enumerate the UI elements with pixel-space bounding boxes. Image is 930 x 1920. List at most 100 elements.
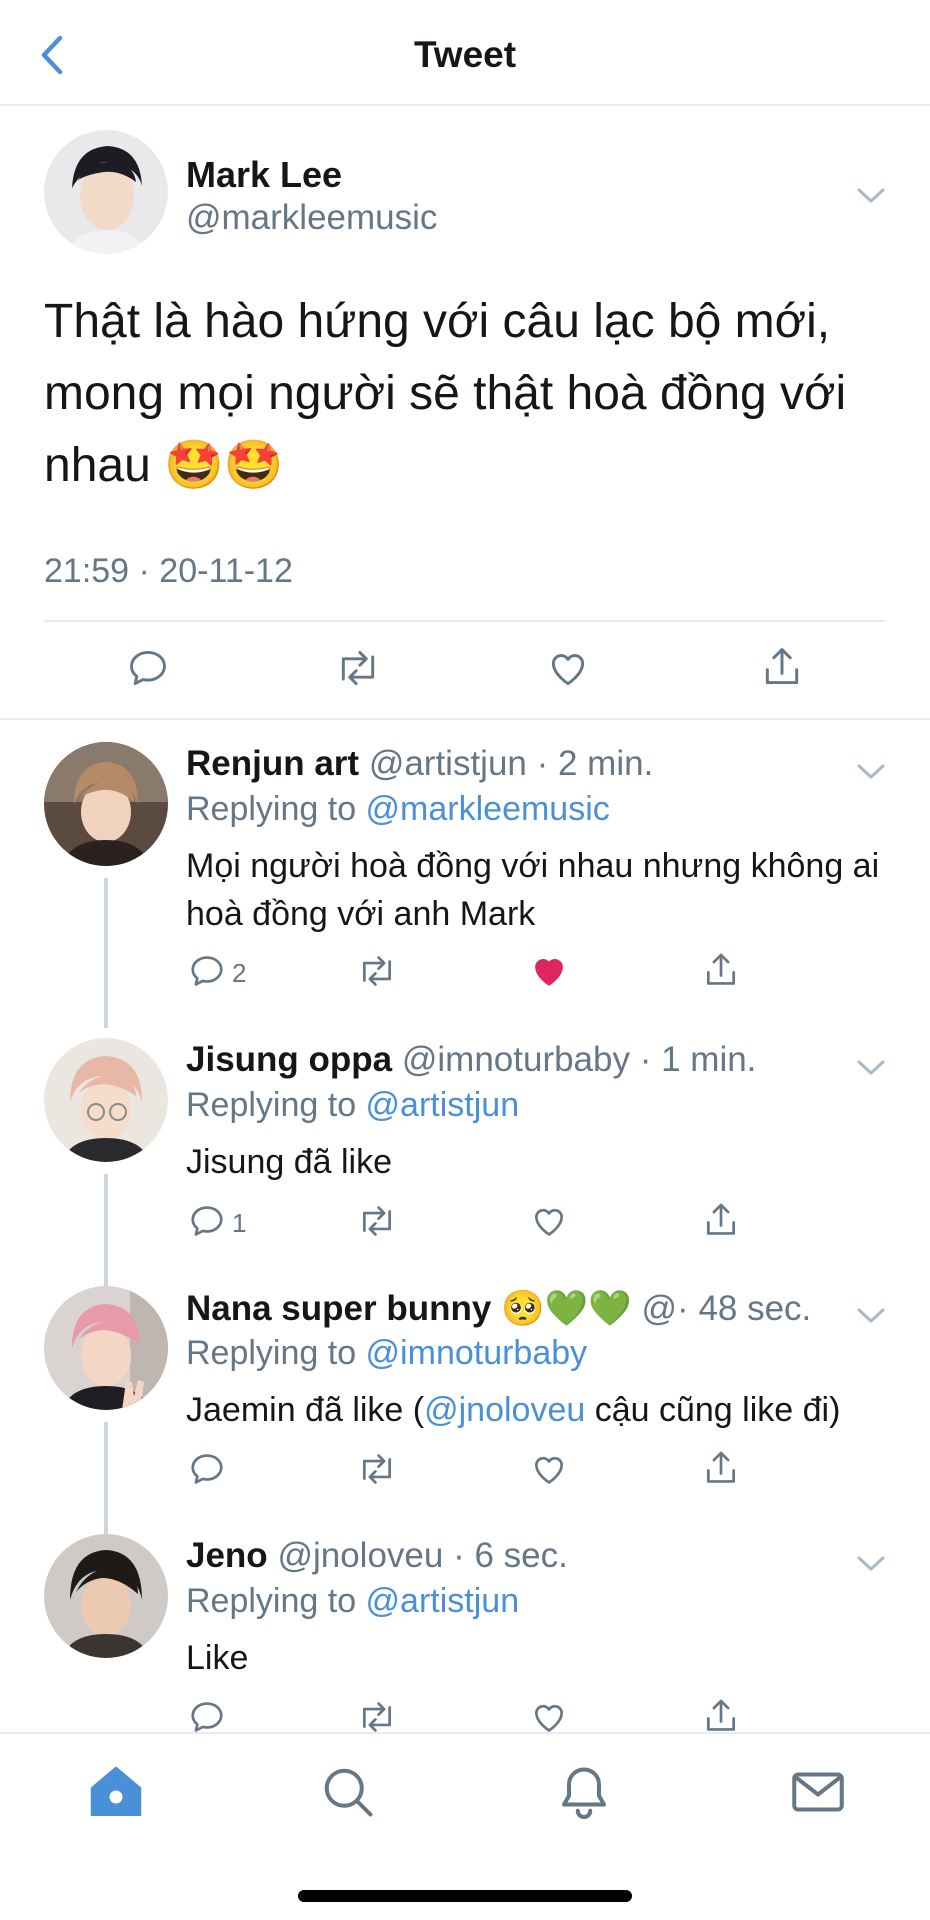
search-icon: [324, 1768, 373, 1817]
retweet-button[interactable]: [356, 1202, 398, 1245]
reply-header: Jeno @jnoloveu · 6 sec.: [186, 1536, 568, 1576]
avatar[interactable]: [44, 1286, 168, 1410]
more-options-button[interactable]: [856, 1554, 886, 1574]
chevron-down-icon: [857, 1556, 885, 1571]
author-meta: @artistjun · 2 min.: [368, 744, 654, 783]
replying-to: Replying to @imnoturbaby: [186, 1334, 587, 1373]
comment-icon: [130, 650, 166, 686]
reply-button[interactable]: [126, 646, 170, 695]
mention-link[interactable]: @markleemusic: [366, 790, 610, 828]
author-name[interactable]: Jisung oppa: [186, 1040, 392, 1079]
replying-to: Replying to @markleemusic: [186, 790, 610, 829]
author-meta: @imnoturbaby · 1 min.: [401, 1040, 757, 1079]
home-icon: [90, 1766, 142, 1816]
avatar[interactable]: [44, 130, 168, 254]
author-name[interactable]: Renjun art: [186, 744, 359, 783]
share-icon: [765, 648, 799, 685]
retweet-icon: [341, 650, 375, 686]
reply-button[interactable]: [188, 1202, 226, 1245]
retweet-button[interactable]: [356, 1450, 398, 1493]
top-bar: Tweet: [0, 0, 930, 106]
reply-button[interactable]: [188, 952, 226, 995]
heart-icon: [534, 1456, 564, 1484]
mention-link[interactable]: @imnoturbaby: [366, 1334, 588, 1372]
heart-icon: [534, 1208, 564, 1236]
reply-text-part: cậu cũng like đi): [585, 1391, 841, 1429]
tab-messages[interactable]: [788, 1762, 848, 1822]
author-name[interactable]: Mark Lee: [186, 154, 342, 196]
reply-header: Jisung oppa @imnoturbaby · 1 min.: [186, 1040, 756, 1080]
home-indicator[interactable]: [298, 1890, 632, 1902]
share-button[interactable]: [702, 1448, 740, 1493]
reply-header: Nana super bunny 🥺💚💚 @· 48 sec.: [186, 1288, 811, 1329]
reply-text: Jisung đã like: [186, 1143, 393, 1181]
more-options-button[interactable]: [856, 1306, 886, 1326]
author-meta: @jnoloveu · 6 sec.: [277, 1536, 568, 1575]
author-name[interactable]: Nana super bunny 🥺💚💚: [186, 1289, 632, 1328]
mention-link[interactable]: @jnoloveu: [424, 1391, 585, 1429]
replying-to: Replying to @artistjun: [186, 1086, 519, 1125]
reply-text: Like: [186, 1639, 249, 1677]
retweet-icon: [362, 956, 392, 986]
share-button[interactable]: [760, 644, 804, 695]
author-handle[interactable]: @markleemusic: [186, 198, 437, 238]
share-icon: [706, 1203, 736, 1235]
like-button[interactable]: [546, 646, 590, 695]
page-title: Tweet: [413, 34, 517, 75]
author-name[interactable]: Jeno: [186, 1536, 268, 1575]
avatar[interactable]: [44, 742, 168, 866]
mention-link[interactable]: @artistjun: [366, 1086, 520, 1124]
chevron-down-icon: [857, 764, 885, 779]
heart-filled-icon: [535, 959, 563, 986]
heart-icon: [534, 1704, 564, 1732]
divider: [0, 718, 930, 720]
thread-line: [104, 1174, 108, 1286]
reply-count: 1: [232, 1208, 247, 1238]
comment-icon: [191, 1206, 223, 1236]
notifications-icon: [562, 1767, 606, 1819]
divider: [44, 620, 886, 622]
like-button[interactable]: [530, 1450, 568, 1493]
like-button[interactable]: [530, 952, 568, 995]
like-button[interactable]: [530, 1202, 568, 1245]
comment-icon: [191, 1702, 223, 1732]
share-icon: [706, 1451, 736, 1483]
replying-label: Replying to: [186, 1582, 366, 1620]
replying-label: Replying to: [186, 1086, 366, 1124]
retweet-icon: [362, 1206, 392, 1236]
more-options-button[interactable]: [856, 186, 886, 206]
reply-count: 2: [232, 958, 247, 988]
thread-line: [104, 878, 108, 1028]
avatar[interactable]: [44, 1534, 168, 1658]
share-button[interactable]: [702, 950, 740, 995]
retweet-button[interactable]: [334, 646, 382, 695]
more-options-button[interactable]: [856, 762, 886, 782]
author-meta: @· 48 sec.: [641, 1289, 812, 1328]
chevron-down-icon: [857, 1060, 885, 1075]
reply-text: Mọi người hoà đồng với nhau nhưng không …: [186, 847, 880, 933]
replying-label: Replying to: [186, 790, 366, 828]
share-icon: [706, 1699, 736, 1731]
tweet-text: Thật là hào hứng với câu lạc bộ mới, mon…: [44, 295, 847, 492]
tab-home[interactable]: [86, 1762, 146, 1822]
retweet-button[interactable]: [356, 952, 398, 995]
thread-line: [104, 1422, 108, 1534]
chevron-down-icon: [857, 188, 885, 203]
heart-icon: [551, 654, 585, 686]
share-button[interactable]: [702, 1200, 740, 1245]
tab-notifications[interactable]: [554, 1762, 614, 1822]
reply-text: Jaemin đã like (@jnoloveu cậu cũng like …: [186, 1386, 906, 1434]
reply-text-part: Jaemin đã like (: [186, 1391, 425, 1429]
chevron-down-icon: [857, 1308, 885, 1323]
retweet-icon: [362, 1454, 392, 1484]
tab-search[interactable]: [318, 1762, 378, 1822]
avatar[interactable]: [44, 1038, 168, 1162]
share-icon: [706, 953, 736, 985]
reply-button[interactable]: [188, 1450, 226, 1493]
more-options-button[interactable]: [856, 1058, 886, 1078]
comment-icon: [191, 1454, 223, 1484]
retweet-icon: [362, 1702, 392, 1732]
mention-link[interactable]: @artistjun: [366, 1582, 520, 1620]
replying-to: Replying to @artistjun: [186, 1582, 519, 1621]
messages-icon: [792, 1772, 844, 1812]
